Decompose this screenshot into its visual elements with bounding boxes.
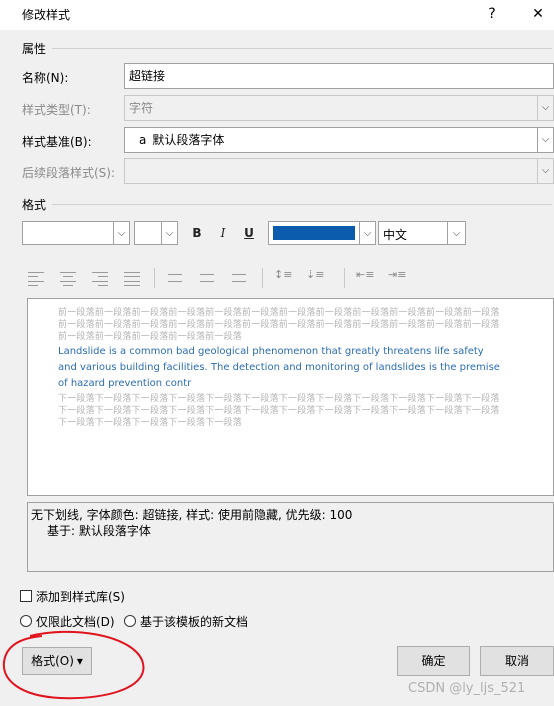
name-field[interactable]: 超链接 — [124, 63, 554, 89]
annotation-circle — [2, 630, 145, 700]
increase-indent-button[interactable]: ⇥≡ — [388, 268, 406, 281]
chevron-down-icon: ⌵ — [447, 222, 465, 244]
align-center-icon — [60, 272, 78, 286]
decrease-indent-button[interactable]: ⇤≡ — [356, 268, 374, 281]
font-name-select[interactable]: ⌵ — [22, 221, 130, 245]
character-style-icon: a — [139, 133, 147, 147]
description-line-1: 无下划线, 字体颜色: 超链接, 样式: 使用前隐藏, 优先级: 100 — [31, 508, 353, 522]
preview-next-paragraph: 下一段落下一段落下一段落下一段落下一段落下一段落下一段落下一段落下一段落下一段落… — [58, 394, 500, 428]
new-docs-template-radio[interactable] — [124, 615, 136, 627]
based-on-value: 默认段落字体 — [152, 133, 225, 147]
align-left-button[interactable] — [28, 272, 46, 286]
ok-button[interactable]: 确定 — [397, 646, 470, 676]
underline-button[interactable]: U — [238, 222, 260, 244]
increase-spacing-button[interactable]: ↕≡ — [274, 268, 292, 281]
style-type-value: 字符 — [129, 101, 154, 115]
style-type-label: 样式类型(T): — [22, 103, 91, 117]
cancel-button[interactable]: 取消 — [480, 646, 554, 676]
language-select[interactable]: 中文 ⌵ — [378, 221, 466, 245]
next-style-select[interactable]: ⌵ — [124, 158, 554, 184]
align-center-button[interactable] — [60, 272, 78, 286]
next-style-label: 后续段落样式(S): — [22, 166, 116, 180]
bold-button[interactable]: B — [186, 222, 208, 244]
based-on-select[interactable]: a 默认段落字体 ⌵ — [124, 127, 554, 153]
title-bar — [0, 0, 554, 30]
toolbar-separator — [344, 268, 345, 288]
properties-section-label: 属性 — [22, 42, 47, 56]
decrease-indent-icon: ⇤≡ — [356, 268, 375, 281]
single-spacing-icon — [168, 274, 186, 282]
style-type-select[interactable]: 字符 ⌵ — [124, 95, 554, 121]
justify-button[interactable] — [124, 272, 142, 286]
toolbar-separator — [262, 268, 263, 288]
name-label: 名称(N): — [22, 71, 69, 85]
one-half-spacing-icon — [200, 274, 218, 282]
double-spacing-button[interactable] — [232, 274, 250, 282]
font-color-select[interactable]: ⌵ — [268, 221, 376, 245]
decrease-spacing-button[interactable]: ⇣≡ — [306, 268, 324, 281]
align-left-icon — [28, 272, 46, 286]
chevron-down-icon: ⌵ — [161, 222, 177, 244]
properties-divider — [52, 48, 552, 49]
italic-button[interactable]: I — [212, 222, 234, 244]
preview-sample-text: Landslide is a common bad geological phe… — [58, 346, 500, 389]
single-spacing-button[interactable] — [168, 274, 186, 282]
chevron-down-icon: ⌵ — [537, 159, 553, 183]
add-to-gallery-checkbox[interactable] — [20, 590, 32, 602]
chevron-down-icon: ⌵ — [537, 128, 553, 152]
close-icon: ✕ — [532, 6, 544, 22]
style-preview: 前一段落前一段落前一段落前一段落前一段落前一段落前一段落前一段落前一段落前一段落… — [27, 298, 554, 496]
increase-spacing-icon: ↕≡ — [274, 268, 293, 281]
watermark: CSDN @ly_ljs_521 — [408, 681, 526, 696]
justify-icon — [124, 272, 142, 286]
format-divider — [52, 204, 552, 205]
font-size-select[interactable]: ⌵ — [134, 221, 178, 245]
language-value: 中文 — [383, 228, 408, 242]
only-this-doc-radio[interactable] — [20, 615, 32, 627]
help-button[interactable]: ? — [480, 3, 504, 25]
decrease-spacing-icon: ⇣≡ — [306, 268, 325, 281]
window-title: 修改样式 — [22, 8, 71, 22]
align-right-button[interactable] — [92, 272, 110, 286]
toolbar-separator — [154, 268, 155, 288]
format-section-label: 格式 — [22, 198, 47, 212]
based-on-label: 样式基准(B): — [22, 135, 92, 149]
preview-previous-paragraph: 前一段落前一段落前一段落前一段落前一段落前一段落前一段落前一段落前一段落前一段落… — [58, 308, 500, 342]
style-description: 无下划线, 字体颜色: 超链接, 样式: 使用前隐藏, 优先级: 100 基于:… — [27, 502, 554, 572]
increase-indent-icon: ⇥≡ — [388, 268, 407, 281]
close-button[interactable]: ✕ — [526, 3, 550, 25]
chevron-down-icon: ⌵ — [537, 96, 553, 120]
align-right-icon — [92, 272, 110, 286]
double-spacing-icon — [232, 274, 250, 282]
description-line-2: 基于: 默认段落字体 — [47, 524, 151, 538]
font-color-swatch — [273, 226, 355, 240]
add-to-gallery-label[interactable]: 添加到样式库(S) — [36, 588, 125, 605]
one-half-spacing-button[interactable] — [200, 274, 218, 282]
chevron-down-icon: ⌵ — [359, 222, 375, 244]
chevron-down-icon: ⌵ — [113, 222, 129, 244]
